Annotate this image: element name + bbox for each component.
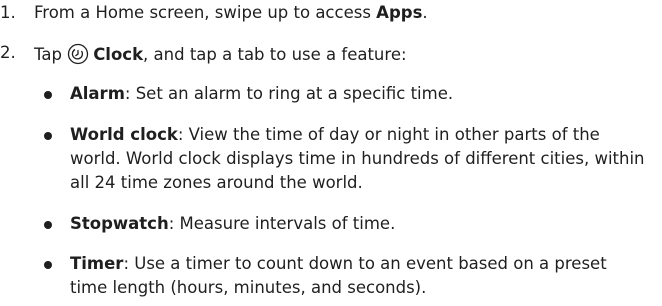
step-text: From a Home screen, swipe up to access A…: [34, 3, 428, 22]
step-number: 2.: [0, 43, 16, 62]
bullet-icon: [44, 221, 52, 229]
step-text: Tap Clock, and tap a tab to use a featur…: [34, 43, 407, 65]
feature-desc: : Measure intervals of time.: [168, 214, 396, 233]
step-text-post: .: [422, 3, 428, 22]
feature-desc: : Set an alarm to ring at a specific tim…: [124, 84, 454, 103]
feature-name: World clock: [70, 125, 178, 144]
feature-item-alarm: Alarm: Set an alarm to ring at a specifi…: [44, 82, 645, 106]
clock-label: Clock: [93, 45, 144, 64]
step-number: 1.: [0, 3, 16, 22]
feature-name: Timer: [70, 254, 124, 273]
feature-item-world-clock: World clock: View the time of day or nig…: [44, 123, 645, 195]
bullet-icon: [44, 91, 52, 99]
apps-label: Apps: [376, 3, 423, 22]
step-text-pre: From a Home screen, swipe up to access: [34, 3, 377, 22]
clock-icon: [67, 43, 89, 65]
bullet-icon: [44, 132, 52, 140]
feature-item-timer: Timer: Use a timer to count down to an e…: [44, 252, 645, 300]
bullet-icon: [44, 261, 52, 269]
feature-name: Stopwatch: [70, 214, 169, 233]
feature-item-stopwatch: Stopwatch: Measure intervals of time.: [44, 212, 645, 236]
feature-desc: : Use a timer to count down to an event …: [70, 254, 607, 297]
step-text-pre: Tap: [34, 45, 68, 64]
feature-name: Alarm: [70, 84, 125, 103]
step-text-post: , and tap a tab to use a feature:: [143, 45, 407, 64]
